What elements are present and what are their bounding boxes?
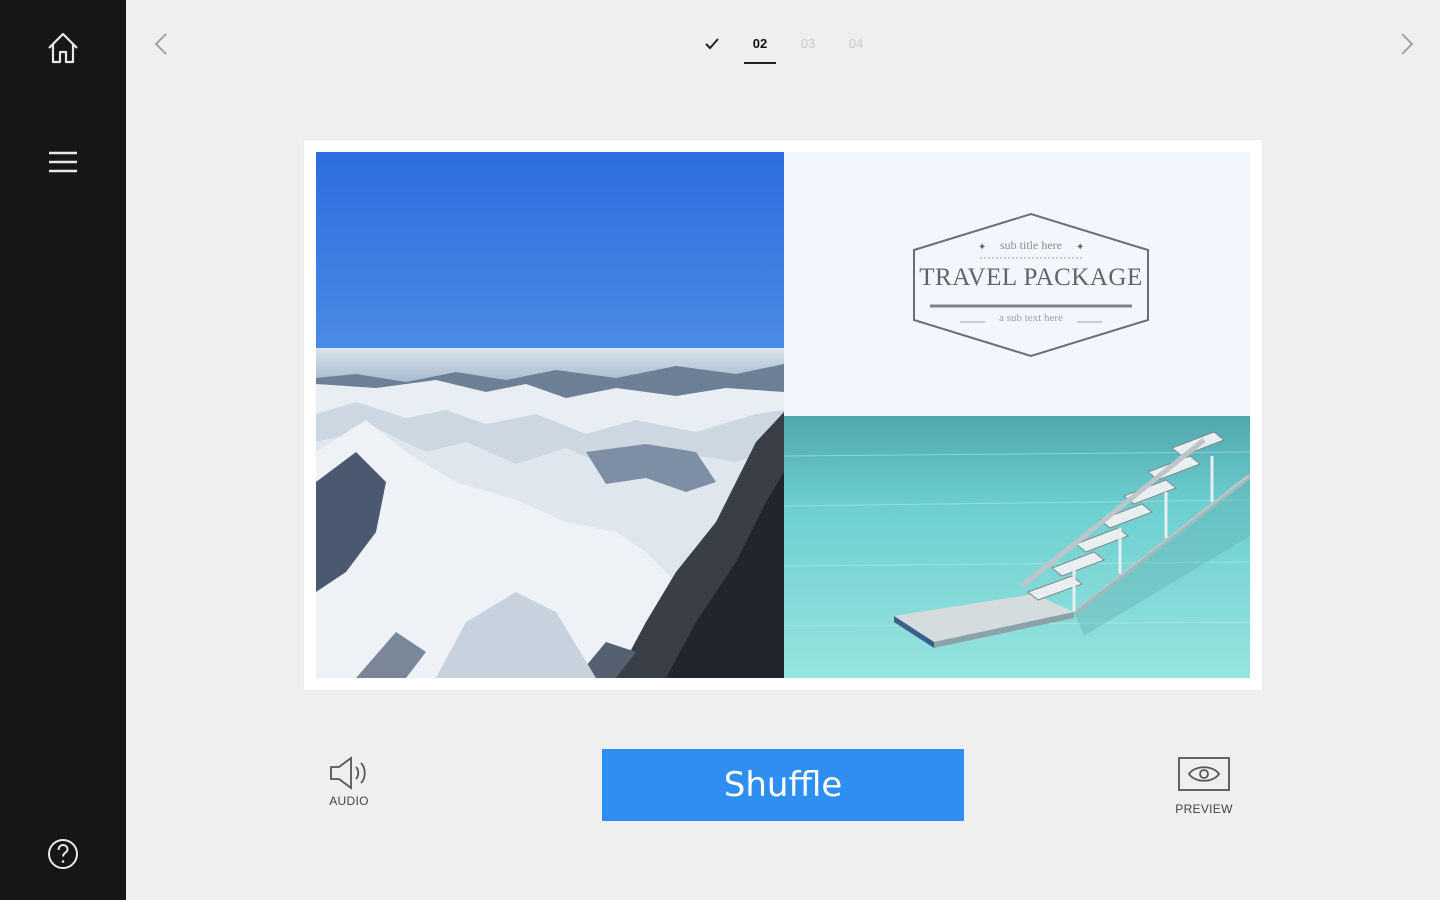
preview-label: PREVIEW <box>1175 802 1233 816</box>
audio-button[interactable]: AUDIO <box>318 752 380 808</box>
next-arrow-icon[interactable] <box>1392 28 1422 60</box>
home-icon[interactable] <box>43 28 83 68</box>
badge-title: TRAVEL PACKAGE <box>919 264 1143 291</box>
mountain-photo[interactable] <box>316 152 784 678</box>
hamburger-menu-icon[interactable] <box>43 142 83 182</box>
badge-subtext: a sub text here <box>999 312 1063 324</box>
preview-button[interactable]: PREVIEW <box>1168 756 1240 816</box>
title-panel[interactable]: ✦ ✦ sub title here TRAVEL PACKAGE a sub … <box>784 152 1250 416</box>
water-photo[interactable] <box>784 416 1250 678</box>
previous-arrow-icon[interactable] <box>146 28 176 60</box>
help-icon[interactable] <box>43 834 83 874</box>
step-2-active[interactable]: 02 <box>744 30 776 64</box>
step-3[interactable]: 03 <box>792 30 824 62</box>
eye-icon <box>1178 757 1230 791</box>
travel-badge[interactable]: ✦ ✦ sub title here TRAVEL PACKAGE a sub … <box>910 212 1152 358</box>
audio-label: AUDIO <box>329 794 369 808</box>
step-4[interactable]: 04 <box>840 30 872 62</box>
badge-subtitle: sub title here <box>1000 238 1062 252</box>
step-1-done[interactable] <box>696 30 728 62</box>
speaker-icon <box>330 756 366 790</box>
shuffle-button[interactable]: Shuffle <box>602 749 964 821</box>
design-canvas: ✦ ✦ sub title here TRAVEL PACKAGE a sub … <box>304 140 1262 690</box>
checkmark-icon <box>705 38 719 50</box>
sidebar <box>0 0 126 900</box>
